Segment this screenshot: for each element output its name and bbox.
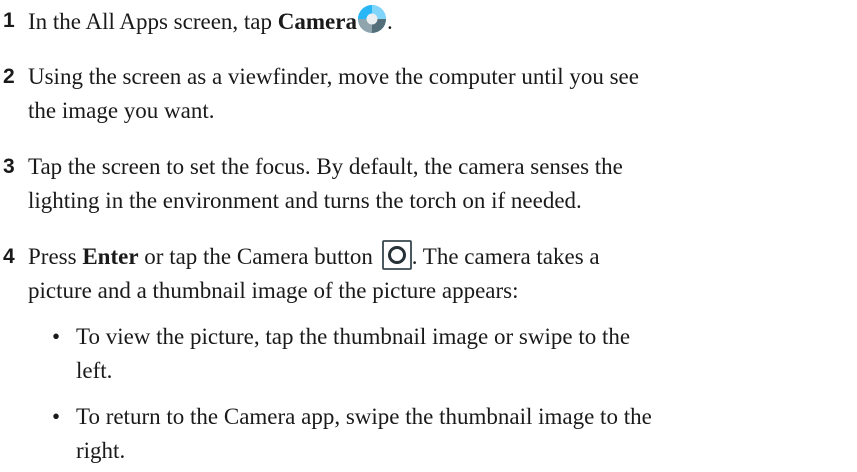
step-1-period: .: [386, 9, 393, 34]
step-number: 3: [3, 155, 15, 178]
bullet-symbol: •: [52, 324, 61, 349]
bullet-2-line-1: To return to the Camera app, swipe the t…: [76, 404, 652, 429]
step-4-prefix: Press: [28, 244, 83, 269]
enter-key-label: Enter: [82, 244, 139, 269]
step-3-line-2: lighting in the environment and turns th…: [28, 188, 582, 213]
step-text: In the All Apps screen, tap Camera .: [28, 4, 840, 39]
step-number: 2: [3, 65, 15, 88]
step-text: Press Enter or tap the Camera button . T…: [28, 240, 840, 308]
step-2-line-1: Using the screen as a viewfinder, move t…: [28, 64, 639, 89]
step-text: Using the screen as a viewfinder, move t…: [28, 60, 840, 128]
step-4-after-icon: . The camera takes a: [411, 244, 600, 269]
bullet-text: To view the picture, tap the thumbnail i…: [76, 320, 846, 388]
step-4-middle: or tap the Camera button: [138, 244, 379, 269]
bullet-symbol: •: [52, 404, 61, 429]
camera-app-name: Camera: [277, 9, 357, 34]
camera-button-icon: [381, 240, 412, 270]
step-2-line-2: the image you want.: [28, 98, 215, 123]
step-1-text: In the All Apps screen, tap: [28, 9, 278, 34]
step-3-line-1: Tap the screen to set the focus. By defa…: [28, 154, 623, 179]
bullet-1-line-1: To view the picture, tap the thumbnail i…: [76, 324, 631, 349]
step-text: Tap the screen to set the focus. By defa…: [28, 150, 840, 218]
step-4-line-2: picture and a thumbnail image of the pic…: [28, 278, 519, 303]
bullet-1-line-2: left.: [76, 358, 113, 383]
camera-app-icon: [357, 5, 386, 33]
step-number: 1: [3, 9, 15, 32]
bullet-2-line-2: right.: [76, 438, 126, 463]
step-number: 4: [3, 245, 15, 268]
bullet-text: To return to the Camera app, swipe the t…: [76, 400, 846, 468]
